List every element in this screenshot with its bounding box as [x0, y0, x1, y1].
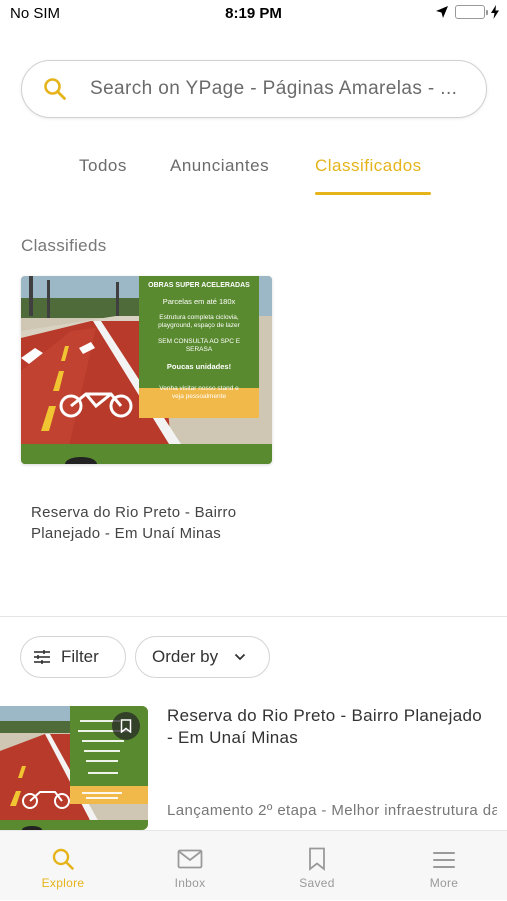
section-title: Classifieds [21, 236, 107, 255]
section-divider [0, 616, 507, 617]
chevron-down-icon [235, 653, 246, 661]
search-icon [52, 848, 74, 870]
ad-line-1: OBRAS SUPER ACELERADAS [148, 282, 250, 289]
ad-line-3: Estrutura completa ciclovia, playground,… [158, 314, 240, 329]
order-by-label: Order by [152, 647, 219, 666]
nav-explore-label: Explore [41, 876, 85, 890]
nav-inbox-label: Inbox [174, 876, 206, 890]
nav-saved-label: Saved [299, 876, 335, 890]
filter-label: Filter [61, 647, 99, 666]
save-bookmark-button[interactable] [112, 712, 140, 740]
location-arrow-icon [436, 6, 448, 18]
list-item-description: Lançamento 2º etapa - Melhor infraestrut… [167, 802, 497, 819]
search-bar[interactable] [21, 60, 487, 118]
nav-more[interactable]: More [381, 831, 507, 901]
bookmark-icon [120, 719, 132, 733]
bookmark-icon [309, 847, 325, 871]
nav-explore[interactable]: Explore [0, 831, 126, 901]
order-by-dropdown[interactable]: Order by [135, 636, 270, 678]
menu-icon [433, 852, 455, 868]
active-tab-indicator [315, 192, 431, 195]
ad-line-2: Parcelas em até 180x [162, 297, 236, 306]
bottom-navigation: Explore Inbox Saved More [0, 830, 507, 900]
tab-classificados[interactable]: Classificados [315, 156, 422, 176]
nav-inbox[interactable]: Inbox [127, 831, 253, 901]
tab-todos[interactable]: Todos [79, 156, 127, 176]
ad-line-5: Poucas unidades! [166, 362, 232, 371]
tab-anunciantes[interactable]: Anunciantes [170, 156, 269, 176]
battery-icon [455, 5, 488, 19]
ad-line-4: SEM CONSULTA AO SPC E SERASA [157, 338, 241, 353]
ad-text-overlay: OBRAS SUPER ACELERADAS Parcelas em até 1… [139, 278, 259, 401]
search-input[interactable] [90, 78, 470, 100]
list-item-title[interactable]: Reserva do Rio Preto - Bairro Planejado … [167, 705, 487, 749]
mail-icon [177, 849, 203, 869]
filter-button[interactable]: Filter [20, 636, 126, 678]
nav-more-label: More [429, 876, 459, 890]
ad-cta: Venha visitar nosso stand e veja pessoal… [159, 385, 239, 400]
category-tabs: Todos Anunciantes Classificados [0, 150, 507, 200]
featured-card-title[interactable]: Reserva do Rio Preto - Bairro Planejado … [31, 502, 281, 544]
status-bar: No SIM 8:19 PM [0, 0, 507, 28]
clock: 8:19 PM [225, 5, 282, 22]
status-icons [435, 5, 499, 19]
charging-bolt-icon [491, 5, 499, 19]
featured-ad-image[interactable]: OBRAS SUPER ACELERADAS Parcelas em até 1… [21, 276, 272, 464]
search-icon [44, 78, 66, 100]
sliders-icon [34, 650, 50, 664]
nav-saved[interactable]: Saved [254, 831, 380, 901]
